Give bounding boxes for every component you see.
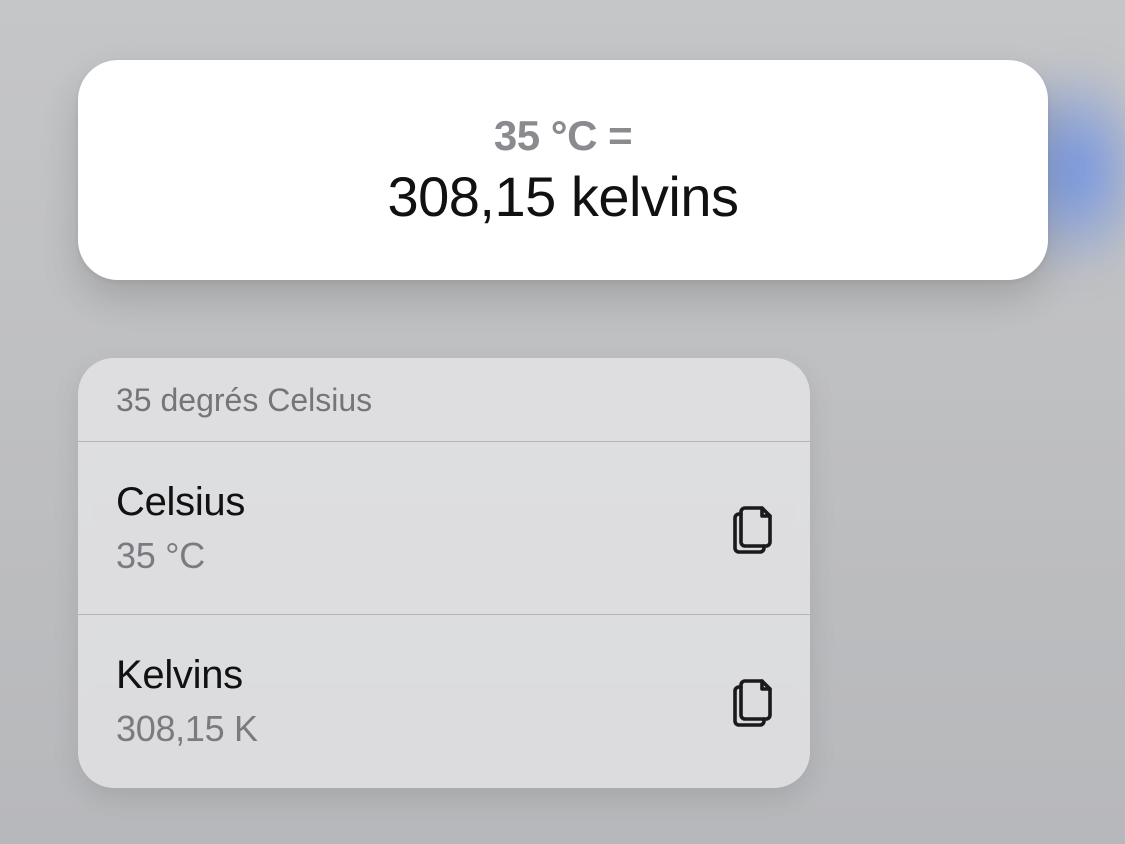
- copy-icon[interactable]: [730, 675, 778, 727]
- list-row-text: Kelvins 308,15 K: [116, 653, 258, 750]
- list-row-celsius[interactable]: Celsius 35 °C: [78, 442, 810, 614]
- list-row-value: 308,15 K: [116, 708, 258, 750]
- list-row-value: 35 °C: [116, 535, 245, 577]
- conversion-source-label: 35 °C =: [494, 112, 632, 160]
- list-row-text: Celsius 35 °C: [116, 480, 245, 577]
- list-row-title: Celsius: [116, 480, 245, 525]
- list-header-label: 35 degrés Celsius: [78, 358, 810, 441]
- conversion-list-card: 35 degrés Celsius Celsius 35 °C Kelvins …: [78, 358, 810, 788]
- conversion-result-label: 308,15 kelvins: [387, 164, 738, 229]
- list-row-title: Kelvins: [116, 653, 258, 698]
- conversion-result-card: 35 °C = 308,15 kelvins: [78, 60, 1048, 280]
- list-row-kelvins[interactable]: Kelvins 308,15 K: [78, 615, 810, 787]
- copy-icon[interactable]: [730, 502, 778, 554]
